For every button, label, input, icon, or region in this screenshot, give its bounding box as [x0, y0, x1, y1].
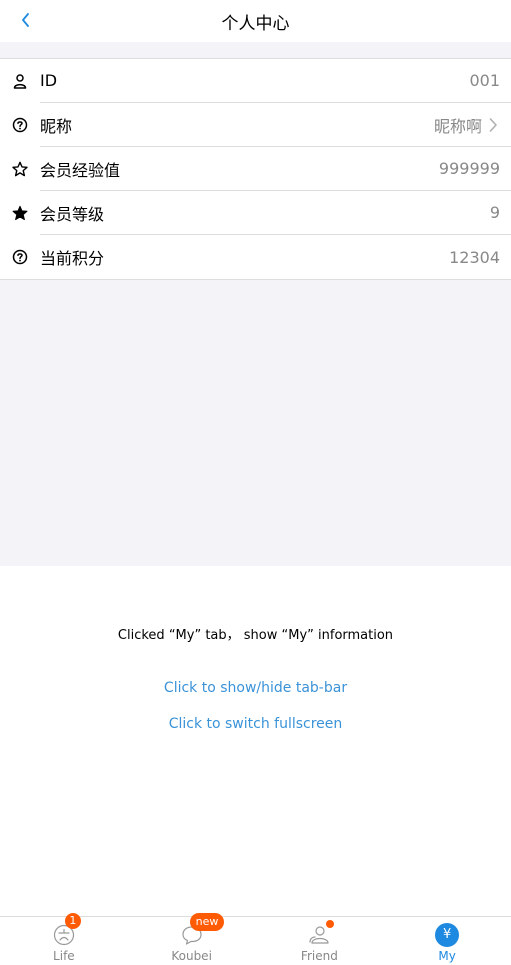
profile-list: ID 001 昵称 昵称啊 会员经验值 999999 会员等级 9 当前积分 1…: [0, 58, 511, 280]
nav-bar: 个人中心: [0, 0, 511, 42]
tab-friend[interactable]: Friend: [256, 917, 384, 965]
list-item-nickname[interactable]: 昵称 昵称啊: [0, 103, 511, 147]
row-value: 12304: [449, 247, 500, 267]
yen-icon: ¥: [435, 923, 460, 947]
page-title: 个人中心: [221, 13, 290, 34]
row-label: 会员经验值: [40, 160, 121, 180]
empty-area: [0, 280, 511, 566]
tab-content: Clicked “My” tab， show “My” information …: [0, 566, 511, 916]
row-value: 001: [469, 71, 500, 90]
user-icon: [0, 59, 40, 103]
page: 个人中心 ID 001 昵称 昵称啊 会员经验值 999999 会员等级 9 当…: [0, 0, 511, 965]
row-label: 会员等级: [40, 204, 105, 224]
back-button[interactable]: [14, 8, 38, 32]
help-circle-icon: [0, 103, 40, 147]
chevron-right-icon: [488, 117, 500, 133]
fullscreen-link[interactable]: Click to switch fullscreen: [0, 716, 511, 732]
yen-symbol: ¥: [435, 923, 460, 947]
tab-bar: 1 Life new Koubei Friend ¥ My: [0, 913, 511, 965]
tab-my[interactable]: ¥ My: [383, 917, 511, 965]
tab-koubei[interactable]: new Koubei: [128, 913, 256, 965]
list-item-level: 会员等级 9: [0, 191, 511, 235]
list-item-points: 当前积分 12304: [0, 235, 511, 279]
row-label: 当前积分: [40, 249, 105, 268]
tab-label: Life: [53, 949, 75, 963]
list-item-id: ID 001: [0, 59, 511, 103]
row-value: 999999: [438, 159, 500, 178]
friend-icon: [307, 920, 335, 947]
chevron-left-icon: [22, 13, 29, 27]
row-value: 9: [489, 203, 500, 222]
tab-life[interactable]: 1 Life: [0, 913, 128, 965]
life-icon: 1: [52, 913, 81, 947]
koubei-icon: new: [180, 913, 225, 947]
star-filled-icon: [0, 191, 40, 235]
row-label: 昵称: [40, 116, 73, 136]
tab-badge: new: [189, 913, 225, 931]
row-value: 昵称啊: [433, 116, 482, 136]
star-outline-icon: [0, 147, 40, 191]
help-circle-icon: [0, 235, 40, 279]
toggle-tabbar-link[interactable]: Click to show/hide tab-bar: [0, 680, 511, 696]
notification-dot: [326, 920, 335, 928]
tab-label: My: [438, 949, 456, 963]
info-text: Clicked “My” tab， show “My” information: [117, 628, 394, 643]
tab-label: Koubei: [171, 949, 212, 963]
list-item-experience: 会员经验值 999999: [0, 147, 511, 191]
tab-label: Friend: [300, 949, 338, 963]
row-label: ID: [40, 71, 58, 90]
tab-badge: 1: [64, 913, 81, 929]
row-value-wrap: 昵称啊: [434, 113, 500, 137]
section-spacer: [0, 42, 511, 58]
